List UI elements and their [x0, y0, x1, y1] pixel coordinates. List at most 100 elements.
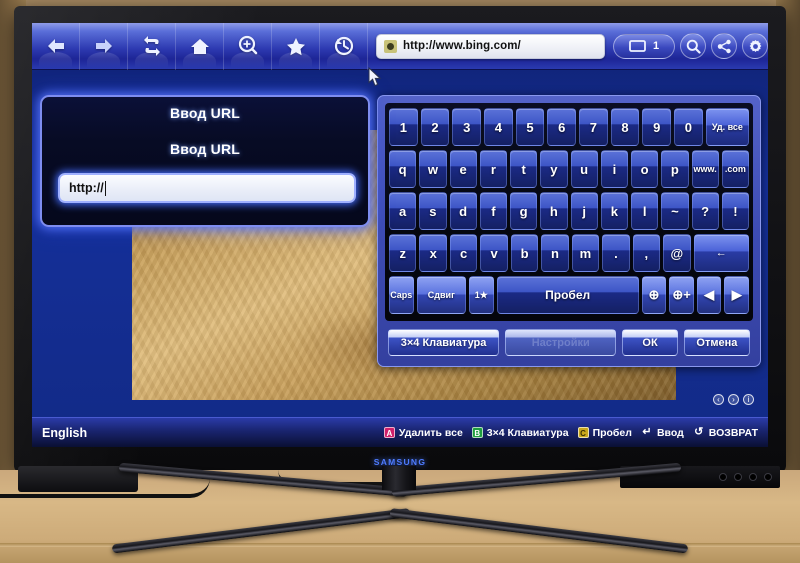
photo-scene: bing ‹ › i © Корпорация Майкрософт (Micr…: [0, 0, 800, 563]
back-icon[interactable]: [32, 23, 80, 70]
tab-counter-button[interactable]: 1: [613, 33, 675, 59]
dialog-title-ghost: Ввод URL: [169, 105, 241, 121]
hint-b: B 3×4 Клавиатура: [471, 426, 569, 439]
tv-stand-neck: [382, 466, 416, 490]
bing-favicon-icon: [384, 39, 397, 53]
key-z[interactable]: z: [389, 234, 417, 272]
key-p[interactable]: p: [661, 150, 689, 188]
search-icon[interactable]: [680, 33, 706, 59]
url-entry-dialog: Ввод URL Ввод URL http://: [40, 95, 370, 227]
keyboard-row: q w e r t y u i o p www. .com: [389, 150, 749, 188]
key-[interactable]: ?: [691, 192, 719, 230]
key-[interactable]: ~: [661, 192, 689, 230]
reload-icon[interactable]: [128, 23, 176, 70]
language-indicator[interactable]: English: [42, 426, 87, 440]
key-1[interactable]: 1: [389, 108, 418, 146]
zoom-icon[interactable]: [224, 23, 272, 70]
key-m[interactable]: m: [571, 234, 600, 272]
key-[interactable]: ,: [632, 234, 661, 272]
key-пробел[interactable]: Пробел: [496, 276, 639, 314]
key-[interactable]: .: [602, 234, 630, 272]
key-b[interactable]: b: [510, 234, 539, 272]
key-x[interactable]: x: [419, 234, 447, 272]
key-4[interactable]: 4: [484, 108, 513, 146]
onscreen-keyboard: 1 2 3 4 5 6 7 8 9 0 Уд. все q w e r t y u i o p www. .com a s d f g…: [377, 95, 761, 367]
key-l[interactable]: l: [631, 192, 659, 230]
action-ок[interactable]: ОК: [622, 329, 678, 356]
key-[interactable]: ⊕: [641, 276, 667, 314]
key-o[interactable]: o: [631, 150, 659, 188]
key-g[interactable]: g: [510, 192, 538, 230]
key-w[interactable]: w: [419, 150, 447, 188]
action-отмена[interactable]: Отмена: [683, 329, 750, 356]
key-n[interactable]: n: [541, 234, 569, 272]
bookmark-icon[interactable]: [272, 23, 320, 70]
key-2[interactable]: 2: [420, 108, 450, 146]
key-e[interactable]: e: [449, 150, 477, 188]
key-[interactable]: ⊕+: [669, 276, 694, 314]
keyboard-row: Caps Сдвиг 1★ Пробел ⊕ ⊕+ ◀ ▶: [389, 276, 750, 314]
key-5[interactable]: 5: [515, 108, 545, 146]
hint-badge-icon: C: [577, 427, 589, 438]
key-8[interactable]: 8: [610, 108, 640, 146]
key-caps[interactable]: Caps: [389, 276, 414, 314]
key-f[interactable]: f: [479, 192, 507, 230]
text-caret: [104, 180, 106, 196]
key-0[interactable]: 0: [674, 108, 703, 146]
url-input[interactable]: http://www.bing.com/: [376, 33, 605, 59]
key-y[interactable]: y: [540, 150, 568, 188]
url-text: http://www.bing.com/: [403, 40, 521, 52]
key-[interactable]: ▶: [724, 276, 750, 314]
key-[interactable]: @: [663, 234, 691, 272]
hint-enter: ↵ Ввод: [641, 426, 684, 439]
hint-label: Удалить все: [398, 426, 463, 439]
nav-dot-next-icon[interactable]: ›: [728, 394, 739, 405]
key-com[interactable]: .com: [721, 150, 749, 188]
action-3-4-клавиатура[interactable]: 3×4 Клавиатура: [388, 329, 500, 356]
mouse-cursor-icon: [368, 66, 382, 87]
key-h[interactable]: h: [540, 192, 568, 230]
key-6[interactable]: 6: [547, 108, 577, 146]
key-сдвиг[interactable]: Сдвиг: [416, 276, 467, 314]
hint-label: Пробел: [592, 426, 632, 439]
keyboard-row: z x c v b n m., @ ←: [389, 234, 749, 272]
key-a[interactable]: a: [389, 192, 417, 230]
key-s[interactable]: s: [419, 192, 447, 230]
key-t[interactable]: t: [510, 150, 538, 188]
key-j[interactable]: j: [570, 192, 598, 230]
key-d[interactable]: d: [449, 192, 477, 230]
remote-key-hints: A Удалить все B 3×4 Клавиатура C Пробел ↵ Ввод ↺…: [383, 426, 758, 439]
webpage-nav-dots[interactable]: ‹ › i: [713, 394, 754, 405]
key-9[interactable]: 9: [642, 108, 672, 146]
key-1[interactable]: 1★: [469, 276, 494, 314]
hint-label: Ввод: [656, 426, 684, 439]
home-icon[interactable]: [176, 23, 224, 70]
browser-toolbar: http://www.bing.com/ 1: [32, 23, 768, 70]
hint-label: 3×4 Клавиатура: [486, 426, 569, 439]
forward-icon[interactable]: [80, 23, 128, 70]
share-icon[interactable]: [711, 33, 737, 59]
history-icon[interactable]: [320, 23, 368, 70]
key-v[interactable]: v: [480, 234, 508, 272]
key-уд-все[interactable]: Уд. все: [705, 108, 750, 146]
key-[interactable]: !: [721, 192, 749, 230]
key-u[interactable]: u: [570, 150, 598, 188]
url-entry-input[interactable]: http://: [58, 173, 356, 203]
key-3[interactable]: 3: [452, 108, 482, 146]
key-i[interactable]: i: [600, 150, 628, 188]
nav-dot-info-icon[interactable]: i: [743, 394, 754, 405]
key-www[interactable]: www.: [691, 150, 719, 188]
action-настройки: Настройки: [505, 329, 617, 356]
key-c[interactable]: c: [449, 234, 478, 272]
key-q[interactable]: q: [389, 150, 417, 188]
key-[interactable]: ◀: [696, 276, 722, 314]
key-r[interactable]: r: [479, 150, 507, 188]
key-k[interactable]: k: [600, 192, 628, 230]
settings-icon[interactable]: [742, 33, 768, 59]
hint-badge-icon: A: [383, 427, 395, 438]
tv-screen: bing ‹ › i © Корпорация Майкрософт (Micr…: [32, 23, 768, 447]
key-7[interactable]: 7: [579, 108, 608, 146]
key-[interactable]: ←: [693, 234, 749, 272]
nav-dot-prev-icon[interactable]: ‹: [713, 394, 724, 405]
hint-badge-icon: ↺: [694, 426, 704, 438]
